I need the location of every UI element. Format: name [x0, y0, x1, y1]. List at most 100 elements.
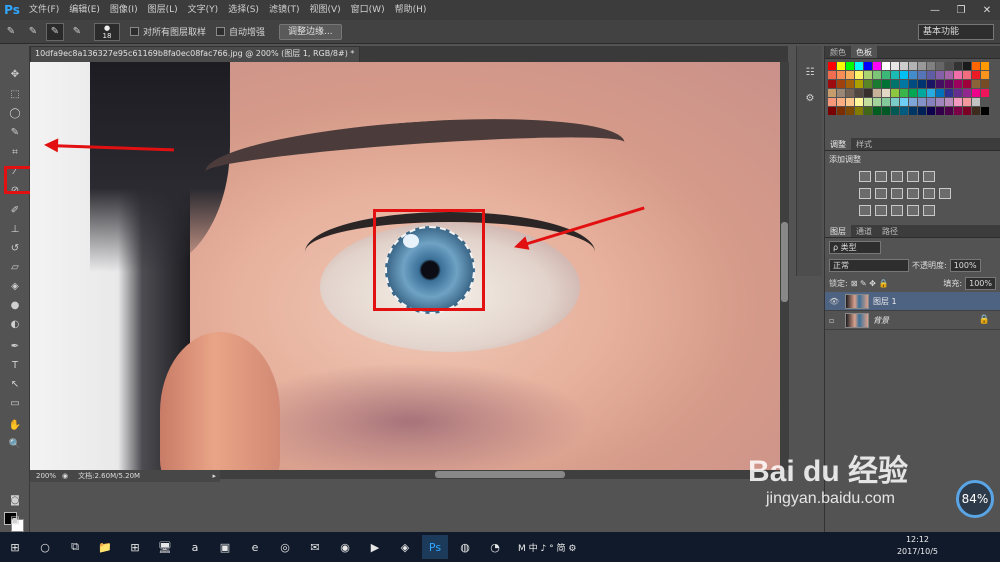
color-swatch[interactable] [936, 89, 944, 97]
color-swatch[interactable] [855, 80, 863, 88]
color-swatch[interactable] [954, 62, 962, 70]
start-icon[interactable]: ⊞ [2, 535, 28, 559]
color-swatch[interactable] [855, 107, 863, 115]
visibility-off-icon[interactable]: ▫ [829, 316, 841, 325]
color-swatch[interactable] [900, 80, 908, 88]
color-swatch[interactable] [873, 62, 881, 70]
crop-tool-icon[interactable]: ⌗ [5, 144, 25, 161]
color-swatch[interactable] [909, 80, 917, 88]
tab-channels[interactable]: 通道 [851, 225, 877, 237]
computer-icon[interactable]: 🖥 [152, 535, 178, 559]
color-swatch[interactable] [909, 98, 917, 106]
photo-filter-icon[interactable] [907, 188, 919, 199]
levels-icon[interactable] [875, 171, 887, 182]
history-brush-icon[interactable]: ↺ [5, 240, 25, 257]
color-swatch[interactable] [936, 98, 944, 106]
color-swatch[interactable] [954, 71, 962, 79]
tab-swatches[interactable]: 色板 [851, 46, 877, 58]
close-button[interactable]: ✕ [974, 0, 1000, 20]
color-swatch[interactable] [963, 107, 971, 115]
color-swatch[interactable] [963, 80, 971, 88]
color-swatch[interactable] [972, 107, 980, 115]
color-swatch[interactable] [900, 98, 908, 106]
pen-tool-icon[interactable]: ✒ [5, 338, 25, 355]
color-swatch[interactable] [882, 80, 890, 88]
maximize-button[interactable]: ❐ [948, 0, 974, 20]
brightness-icon[interactable] [859, 171, 871, 182]
music-icon[interactable]: ◉ [332, 535, 358, 559]
color-swatch[interactable] [828, 107, 836, 115]
color-swatch[interactable] [945, 107, 953, 115]
color-swatch[interactable] [909, 89, 917, 97]
color-swatch[interactable] [891, 98, 899, 106]
color-swatch[interactable] [891, 62, 899, 70]
color-swatch[interactable] [864, 89, 872, 97]
color-swatch[interactable] [900, 89, 908, 97]
path-select-icon[interactable]: ↖ [5, 376, 25, 393]
color-swatch[interactable] [936, 71, 944, 79]
curves-icon[interactable] [891, 171, 903, 182]
image-canvas[interactable] [30, 62, 780, 470]
ie-icon[interactable]: e [242, 535, 268, 559]
chrome-icon[interactable]: ◍ [452, 535, 478, 559]
menu-file[interactable]: 文件(F) [24, 0, 64, 20]
color-swatch[interactable] [882, 71, 890, 79]
type-tool-icon[interactable]: T [5, 357, 25, 374]
tab-layers[interactable]: 图层 [825, 225, 851, 237]
blend-mode-select[interactable]: 正常 [829, 258, 909, 272]
posterize-icon[interactable] [875, 205, 887, 216]
color-swatch[interactable] [927, 80, 935, 88]
color-swatch[interactable] [864, 98, 872, 106]
color-swatch[interactable] [981, 80, 989, 88]
color-swatch[interactable] [936, 80, 944, 88]
history-panel-icon[interactable]: ☷ [800, 64, 820, 81]
color-swatch[interactable] [927, 62, 935, 70]
color-swatch[interactable] [963, 62, 971, 70]
color-swatch[interactable] [873, 98, 881, 106]
lasso-tool-icon[interactable]: ◯ [5, 105, 25, 122]
gradient-map-icon[interactable] [907, 205, 919, 216]
blur-tool-icon[interactable]: ● [5, 297, 25, 314]
color-swatch[interactable] [981, 89, 989, 97]
color-swatch[interactable] [855, 62, 863, 70]
black-white-icon[interactable] [891, 188, 903, 199]
color-swatch[interactable] [981, 107, 989, 115]
exposure-icon[interactable] [907, 171, 919, 182]
move-tool-icon[interactable]: ✥ [5, 66, 25, 83]
paint-bucket-icon[interactable]: ◈ [5, 278, 25, 295]
photoshop-icon[interactable]: Ps [422, 535, 448, 559]
color-swatch[interactable] [963, 71, 971, 79]
color-swatch[interactable] [828, 71, 836, 79]
color-swatch[interactable] [927, 107, 935, 115]
dodge-tool-icon[interactable]: ◐ [5, 316, 25, 333]
menu-type[interactable]: 文字(Y) [183, 0, 224, 20]
color-swatch[interactable] [837, 98, 845, 106]
hue-saturation-icon[interactable] [859, 188, 871, 199]
color-swatch[interactable] [954, 107, 962, 115]
task-view-icon[interactable]: ⧉ [62, 535, 88, 559]
refine-edge-button[interactable]: 调整边缘... [279, 23, 342, 40]
color-swatch[interactable] [864, 80, 872, 88]
color-swatch[interactable] [837, 107, 845, 115]
layer-row-1[interactable]: 👁 图层 1 [825, 292, 1000, 311]
color-swatch[interactable] [981, 71, 989, 79]
color-swatch[interactable] [909, 71, 917, 79]
threshold-icon[interactable] [891, 205, 903, 216]
color-swatch[interactable] [882, 62, 890, 70]
app-icon[interactable]: ▣ [212, 535, 238, 559]
color-swatch[interactable] [837, 80, 845, 88]
color-swatch[interactable] [891, 89, 899, 97]
color-swatch[interactable] [900, 107, 908, 115]
menu-image[interactable]: 图像(I) [105, 0, 143, 20]
quick-selection-tool-icon[interactable]: ✎ [5, 124, 25, 141]
color-swatch[interactable] [828, 80, 836, 88]
color-balance-icon[interactable] [875, 188, 887, 199]
properties-panel-icon[interactable]: ⚙ [800, 90, 820, 107]
add-to-selection-icon[interactable]: ✎ [46, 22, 64, 41]
auto-enhance-checkbox[interactable] [216, 27, 226, 36]
brush-tool-icon[interactable]: ✐ [5, 202, 25, 219]
explorer-icon[interactable]: 📁 [92, 535, 118, 559]
color-swatch[interactable] [873, 89, 881, 97]
screen-mode-icon[interactable]: ▣ [5, 512, 25, 529]
selective-color-icon[interactable] [923, 205, 935, 216]
